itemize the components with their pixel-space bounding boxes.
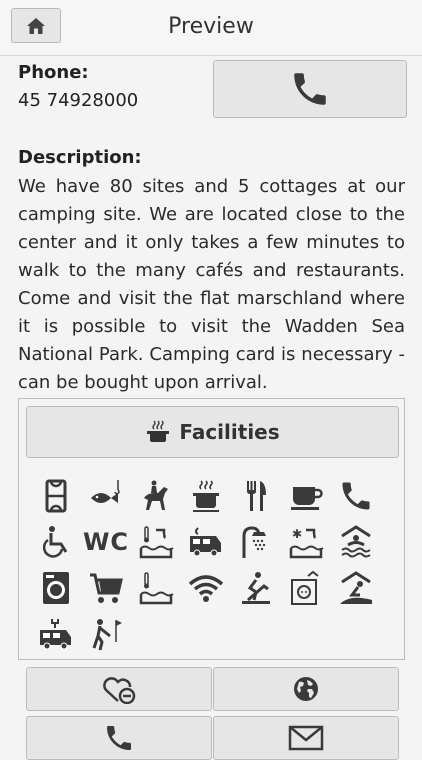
restaurant-icon <box>231 473 281 519</box>
email-button[interactable] <box>213 716 399 760</box>
description-text: We have 80 sites and 5 cottages at our c… <box>18 176 405 393</box>
phone-value: 45 74928000 <box>18 90 139 111</box>
sports-field-icon <box>31 473 81 519</box>
page-title: Preview <box>168 14 254 39</box>
bottom-call-button[interactable] <box>26 716 212 760</box>
website-button[interactable] <box>213 667 399 711</box>
fishing-icon <box>81 473 131 519</box>
facilities-icon-grid: WC ✱ <box>31 473 391 657</box>
phone-label: Phone: <box>18 62 89 83</box>
power-outlet-icon <box>281 565 331 611</box>
golf-icon <box>81 611 131 657</box>
cooking-pot-icon <box>147 420 170 442</box>
phone-icon <box>107 726 131 750</box>
indoor-pool-icon <box>331 519 381 565</box>
facilities-panel: Facilities WC ✱ <box>18 398 405 660</box>
phone-icon <box>294 73 326 105</box>
telephone-icon <box>331 473 381 519</box>
wifi-icon <box>181 565 231 611</box>
motorhome-electric-icon <box>31 611 81 657</box>
description-label: Description: <box>18 147 142 168</box>
thermometer-pool-icon <box>131 565 181 611</box>
svg-text:✱: ✱ <box>292 527 302 541</box>
horse-riding-icon <box>131 473 181 519</box>
header-bar: Preview <box>0 0 422 56</box>
globe-icon <box>294 677 318 701</box>
wheelchair-icon <box>31 519 81 565</box>
call-button[interactable] <box>213 60 407 118</box>
mail-icon <box>288 725 324 751</box>
shower-icon <box>231 519 281 565</box>
shopping-cart-icon <box>81 565 131 611</box>
washing-machine-icon <box>31 565 81 611</box>
motorhome-service-icon <box>181 519 231 565</box>
facilities-label: Facilities <box>179 420 280 444</box>
heated-pool-icon <box>131 519 181 565</box>
cafe-icon <box>281 473 331 519</box>
favorite-remove-button[interactable] <box>26 667 212 711</box>
cooking-icon <box>181 473 231 519</box>
favorite-remove-icon <box>103 677 136 704</box>
playground-icon <box>231 565 281 611</box>
wc-icon: WC <box>81 519 131 565</box>
facilities-button[interactable]: Facilities <box>26 406 399 458</box>
cold-pool-icon: ✱ <box>281 519 331 565</box>
beach-icon <box>331 565 381 611</box>
wc-text: WC <box>82 528 130 556</box>
